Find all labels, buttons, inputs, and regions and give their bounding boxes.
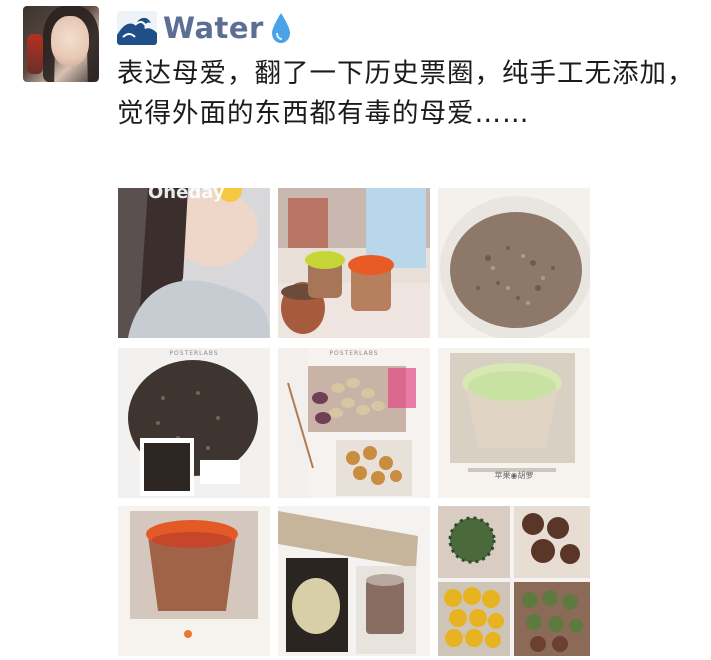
avatar-child-figure	[27, 34, 43, 74]
photo-5[interactable]: POSTERLABS	[278, 348, 430, 498]
photo-4-image	[118, 348, 270, 498]
photo-8[interactable]	[278, 506, 430, 656]
photo-4[interactable]: POSTERLABS	[118, 348, 270, 498]
wave-icon	[117, 11, 157, 45]
photo-7[interactable]	[118, 506, 270, 656]
photo-5-header: POSTERLABS	[329, 350, 379, 357]
photo-1[interactable]: Oneday	[118, 188, 270, 338]
photo-1-overlay-text: Oneday	[148, 188, 225, 203]
photo-3-image	[438, 188, 590, 338]
photo-9-image	[438, 506, 590, 656]
photo-8-image	[278, 506, 430, 656]
photo-grid: Oneday POSTERLABS POSTERLABS 苹果◉胡萝	[118, 188, 590, 658]
post-author[interactable]: Water	[117, 6, 292, 50]
photo-4-header: POSTERLABS	[169, 350, 219, 357]
photo-1-image	[118, 188, 270, 338]
photo-5-image	[278, 348, 430, 498]
droplet-icon	[270, 11, 292, 45]
avatar[interactable]	[23, 6, 99, 82]
photo-6-caption: 苹果◉胡萝	[494, 471, 534, 480]
photo-2[interactable]	[278, 188, 430, 338]
photo-9[interactable]	[438, 506, 590, 656]
avatar-face	[51, 16, 89, 66]
photo-6[interactable]: 苹果◉胡萝	[438, 348, 590, 498]
photo-7-image	[118, 506, 270, 656]
post-text: 表达母爱，翻了一下历史票圈，纯手工无添加，觉得外面的东西都有毒的母爱……	[117, 58, 695, 129]
photo-2-image	[278, 188, 430, 338]
author-name[interactable]: Water	[163, 11, 264, 45]
photo-3[interactable]	[438, 188, 590, 338]
